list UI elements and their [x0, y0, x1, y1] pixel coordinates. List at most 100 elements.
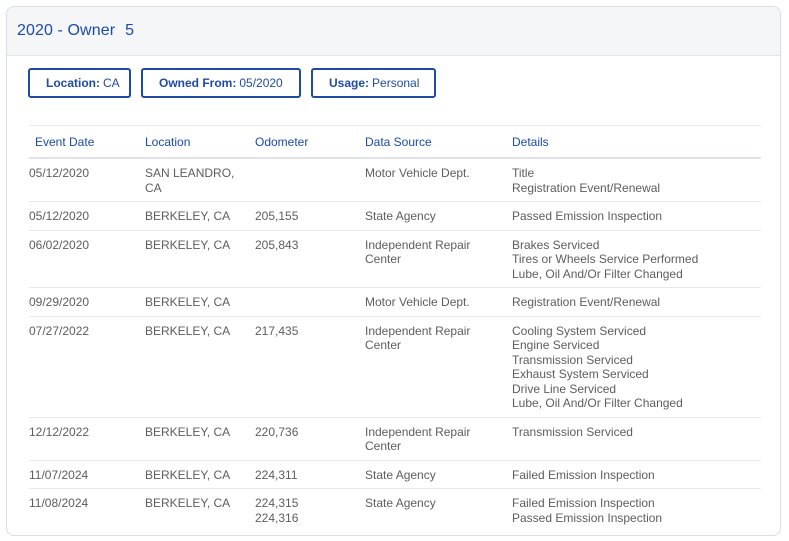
usage-chip-label: Usage:: [329, 76, 370, 90]
location-cell: BERKELEY, CA: [145, 201, 255, 231]
data-source-cell: Independent Repair Center: [365, 417, 512, 461]
data-source-line: Center: [365, 439, 402, 453]
details-line: Cooling System Serviced: [512, 323, 647, 338]
table-header-row: Event Date Location Odometer Data Source…: [29, 125, 761, 159]
details-line: Drive Line Serviced: [512, 381, 617, 396]
details-cell: Failed Emission Inspection: [512, 460, 761, 489]
odometer-line: 217,435: [255, 323, 299, 338]
column-header-odometer: Odometer: [255, 125, 365, 159]
location-line: BERKELEY, CA: [145, 424, 231, 439]
details-line: Failed Emission Inspection: [512, 496, 655, 510]
table-row: 11/07/2024 BERKELEY, CA 224,311 State Agenc…: [29, 460, 761, 489]
table-row: 07/27/2022 BERKELEY, CA 217,435 Independent…: [29, 316, 761, 418]
details-line: Passed Emission Inspection: [512, 510, 663, 525]
details-cell: Registration Event/Renewal: [512, 287, 761, 317]
data-source-cell: State Agency: [365, 201, 512, 231]
odometer-cell: 205,155: [255, 201, 365, 231]
column-header-location: Location: [145, 125, 255, 159]
data-source-line: State Agency: [365, 209, 436, 223]
event-date-cell: 05/12/2020: [29, 201, 145, 231]
details-line: Brakes Serviced: [512, 237, 600, 252]
details-cell: Title Registration Event/Renewal: [512, 158, 761, 202]
odometer-line: 205,843: [255, 237, 299, 252]
table-row: 09/29/2020 BERKELEY, CA Motor Vehicle Dept…: [29, 287, 761, 317]
odometer-line: 224,315: [255, 496, 299, 510]
location-cell: BERKELEY, CA: [145, 417, 255, 461]
location-line: BERKELEY, CA: [145, 467, 231, 482]
event-date-cell: 12/12/2022: [29, 417, 145, 461]
data-source-line: Center: [365, 338, 402, 352]
details-line: Tires or Wheels Service Performed: [512, 252, 699, 266]
location-cell: BERKELEY, CA: [145, 460, 255, 489]
data-source-line: Center: [365, 252, 402, 266]
details-line: Transmission Serviced: [512, 424, 633, 439]
data-source-line: Motor Vehicle Dept.: [365, 166, 470, 180]
odometer-line: 224,311: [255, 467, 298, 482]
data-source-cell: Independent Repair Center: [365, 316, 512, 418]
data-source-line: State Agency: [365, 496, 436, 510]
details-cell: Transmission Serviced: [512, 417, 761, 461]
owner-number: 5: [125, 22, 135, 39]
usage-chip-value: Personal: [372, 76, 420, 90]
details-line: Failed Emission Inspection: [512, 467, 655, 482]
column-header-data-source: Data Source: [365, 125, 512, 159]
location-line: SAN LEANDRO,: [145, 166, 235, 180]
details-line: Engine Serviced: [512, 338, 600, 352]
location-line: BERKELEY, CA: [145, 295, 231, 309]
odometer-line: 220,736: [255, 424, 299, 439]
event-date-cell: 09/29/2020: [29, 287, 145, 317]
details-cell: Failed Emission Inspection Passed Emissio…: [512, 489, 761, 532]
details-line: Lube, Oil And/Or Filter Changed: [512, 396, 683, 410]
odometer-line: 224,316: [255, 510, 299, 525]
table-row: 06/02/2020 BERKELEY, CA 205,843 Independent…: [29, 230, 761, 288]
details-line: Passed Emission Inspection: [512, 209, 663, 223]
table-body: 05/12/2020 SAN LEANDRO, CA Motor Vehicle De…: [29, 158, 761, 531]
odometer-cell: 217,435: [255, 316, 365, 418]
details-line: Exhaust System Serviced: [512, 367, 649, 381]
location-cell: BERKELEY, CA: [145, 489, 255, 532]
column-header-details: Details: [512, 125, 761, 159]
odometer-cell: 224,315 224,316: [255, 489, 365, 532]
location-line: BERKELEY, CA: [145, 323, 231, 338]
data-source-line: Motor Vehicle Dept.: [365, 295, 470, 309]
location-cell: SAN LEANDRO, CA: [145, 158, 255, 202]
location-cell: BERKELEY, CA: [145, 316, 255, 418]
owner-history-card: 2020 - Owner 5 Location: CA Owned From: 05/…: [6, 6, 781, 536]
details-line: Transmission Serviced: [512, 352, 633, 367]
odometer-cell: 220,736: [255, 417, 365, 461]
table-row: 12/12/2022 BERKELEY, CA 220,736 Independent…: [29, 417, 761, 461]
location-line: BERKELEY, CA: [145, 209, 231, 223]
owned-from-chip-value: 05/2020: [239, 76, 283, 90]
data-source-line: Independent Repair: [365, 237, 471, 252]
data-source-cell: Motor Vehicle Dept.: [365, 287, 512, 317]
location-chip-value: CA: [103, 76, 120, 90]
owned-from-chip: Owned From: 05/2020: [141, 68, 301, 98]
usage-chip: Usage: Personal: [311, 68, 436, 98]
vehicle-events-table: Event Date Location Odometer Data Source…: [29, 125, 761, 531]
event-date-cell: 11/07/2024: [29, 460, 145, 489]
card-header: 2020 - Owner 5: [7, 7, 780, 56]
data-source-cell: Motor Vehicle Dept.: [365, 158, 512, 202]
data-source-line: State Agency: [365, 467, 436, 482]
data-source-cell: State Agency: [365, 489, 512, 532]
table-row: 05/12/2020 SAN LEANDRO, CA Motor Vehicle De…: [29, 158, 761, 202]
odometer-cell: [255, 158, 365, 202]
location-chip-label: Location:: [46, 76, 100, 90]
data-source-cell: State Agency: [365, 460, 512, 489]
odometer-cell: 205,843: [255, 230, 365, 288]
event-date-cell: 07/27/2022: [29, 316, 145, 418]
table-row: 11/08/2024 BERKELEY, CA 224,315 224,316 Stat…: [29, 489, 761, 532]
details-cell: Passed Emission Inspection: [512, 201, 761, 231]
owner-title: 2020 - Owner 5: [17, 22, 134, 40]
event-date-cell: 05/12/2020: [29, 158, 145, 202]
data-source-line: Independent Repair: [365, 424, 471, 439]
column-header-event-date: Event Date: [29, 125, 145, 159]
owner-summary-chips: Location: CA Owned From: 05/2020 Usage: Per…: [28, 68, 436, 98]
details-line: Registration Event/Renewal: [512, 295, 661, 309]
table-row: 05/12/2020 BERKELEY, CA 205,155 State Agenc…: [29, 201, 761, 231]
location-line: CA: [145, 180, 162, 195]
event-date-cell: 06/02/2020: [29, 230, 145, 288]
details-line: Title: [512, 166, 535, 180]
event-date-cell: 11/08/2024: [29, 496, 89, 510]
data-source-cell: Independent Repair Center: [365, 230, 512, 288]
